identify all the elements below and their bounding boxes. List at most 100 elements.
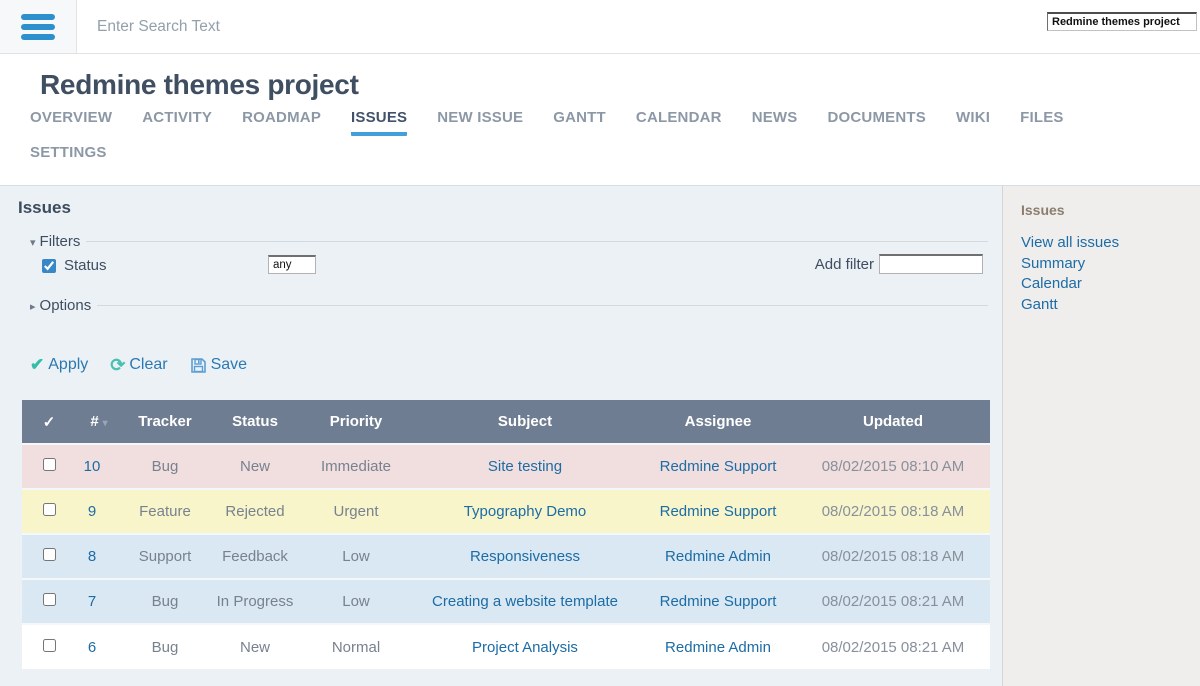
project-jump-select[interactable]: Redmine themes project	[1047, 12, 1197, 31]
row-checkbox[interactable]	[43, 548, 56, 561]
apply-button[interactable]: ✔ Apply	[30, 355, 88, 375]
subject-link[interactable]: Typography Demo	[464, 503, 587, 520]
add-filter-group: Add filter	[815, 254, 983, 274]
clear-refresh-icon: ⟳	[110, 357, 125, 373]
hamburger-menu-button[interactable]	[0, 0, 77, 53]
column-header-assignee[interactable]: Assignee	[640, 400, 796, 444]
filters-fieldset: ▾Filters Status any Add filter	[28, 241, 988, 284]
sidebar-link-gantt[interactable]: Gantt	[1021, 295, 1200, 316]
options-legend-label: Options	[40, 297, 92, 314]
status-cell: In Progress	[208, 579, 302, 624]
tab-activity[interactable]: ACTIVITY	[142, 109, 212, 136]
status-cell: New	[208, 624, 302, 669]
save-button[interactable]: Save	[190, 356, 247, 374]
row-checkbox[interactable]	[43, 639, 56, 652]
tab-gantt[interactable]: GANTT	[553, 109, 606, 136]
column-header-tracker[interactable]: Tracker	[122, 400, 208, 444]
assignee-link[interactable]: Redmine Support	[660, 458, 777, 475]
tab-documents[interactable]: DOCUMENTS	[828, 109, 926, 136]
tracker-cell: Bug	[122, 624, 208, 669]
tab-issues[interactable]: ISSUES	[351, 109, 407, 136]
tab-new-issue[interactable]: NEW ISSUE	[437, 109, 523, 136]
main-panel: Issues ▾Filters Status any Add filter ▸O…	[0, 186, 1002, 686]
issue-row: 9 Feature Rejected Urgent Typography Dem…	[22, 489, 990, 534]
column-header-subject[interactable]: Subject	[410, 400, 640, 444]
sidebar: Issues View all issues Summary Calendar …	[1002, 186, 1200, 686]
row-select-cell	[22, 534, 76, 579]
tab-roadmap[interactable]: ROADMAP	[242, 109, 321, 136]
options-legend-toggle[interactable]: ▸Options	[24, 297, 97, 314]
tab-wiki[interactable]: WIKI	[956, 109, 990, 136]
add-filter-label: Add filter	[815, 256, 874, 273]
sidebar-link-view-all-issues[interactable]: View all issues	[1021, 233, 1200, 254]
issue-row: 6 Bug New Normal Project Analysis Redmin…	[22, 624, 990, 669]
issue-row: 7 Bug In Progress Low Creating a website…	[22, 579, 990, 624]
status-filter-checkbox[interactable]	[42, 259, 56, 273]
column-header-priority[interactable]: Priority	[302, 400, 410, 444]
subject-link[interactable]: Creating a website template	[432, 593, 618, 610]
status-filter-row: Status any Add filter	[28, 254, 988, 284]
row-checkbox[interactable]	[43, 593, 56, 606]
updated-cell: 08/02/2015 08:18 AM	[796, 534, 990, 579]
assignee-link[interactable]: Redmine Admin	[665, 548, 771, 565]
issue-id-link[interactable]: 8	[88, 548, 96, 565]
apply-label: Apply	[48, 356, 88, 374]
options-fieldset: ▸Options	[28, 305, 988, 319]
issue-id-link[interactable]: 6	[88, 639, 96, 656]
status-cell: New	[208, 444, 302, 489]
select-all-check-icon: ✓	[43, 414, 56, 431]
clear-button[interactable]: ⟳ Clear	[110, 356, 167, 374]
tab-news[interactable]: NEWS	[752, 109, 798, 136]
issue-id-link[interactable]: 7	[88, 593, 96, 610]
tabs-row-1: OVERVIEW ACTIVITY ROADMAP ISSUES NEW ISS…	[30, 109, 1200, 136]
sidebar-link-calendar[interactable]: Calendar	[1021, 274, 1200, 295]
status-filter-label: Status	[64, 257, 107, 274]
apply-check-icon: ✔	[30, 355, 44, 375]
priority-cell: Immediate	[302, 444, 410, 489]
updated-cell: 08/02/2015 08:21 AM	[796, 579, 990, 624]
row-checkbox[interactable]	[43, 458, 56, 471]
select-all-header[interactable]: ✓	[22, 400, 76, 444]
column-header-updated[interactable]: Updated	[796, 400, 990, 444]
row-select-cell	[22, 489, 76, 534]
tab-calendar[interactable]: CALENDAR	[636, 109, 722, 136]
priority-cell: Low	[302, 579, 410, 624]
subject-link[interactable]: Project Analysis	[472, 639, 578, 656]
tab-overview[interactable]: OVERVIEW	[30, 109, 112, 136]
add-filter-select[interactable]	[879, 254, 983, 274]
subject-link[interactable]: Responsiveness	[470, 548, 580, 565]
tab-files[interactable]: FILES	[1020, 109, 1064, 136]
issue-row: 10 Bug New Immediate Site testing Redmin…	[22, 444, 990, 489]
assignee-link[interactable]: Redmine Support	[660, 503, 777, 520]
issues-table: ✓ #▾ Tracker Status Priority Subject Ass…	[22, 400, 990, 669]
tracker-cell: Bug	[122, 579, 208, 624]
search-input[interactable]	[77, 0, 1200, 53]
updated-cell: 08/02/2015 08:21 AM	[796, 624, 990, 669]
tab-settings[interactable]: SETTINGS	[30, 144, 107, 167]
row-select-cell	[22, 624, 76, 669]
priority-cell: Normal	[302, 624, 410, 669]
tracker-cell: Feature	[122, 489, 208, 534]
assignee-link[interactable]: Redmine Support	[660, 593, 777, 610]
clear-label: Clear	[129, 356, 167, 374]
row-checkbox[interactable]	[43, 503, 56, 516]
page-title: Redmine themes project	[30, 68, 1200, 102]
column-header-status[interactable]: Status	[208, 400, 302, 444]
sort-desc-icon: ▾	[103, 418, 108, 429]
issue-id-link[interactable]: 10	[84, 458, 101, 475]
issue-id-link[interactable]: 9	[88, 503, 96, 520]
updated-cell: 08/02/2015 08:18 AM	[796, 489, 990, 534]
filters-legend-toggle[interactable]: ▾Filters	[24, 233, 86, 250]
assignee-link[interactable]: Redmine Admin	[665, 639, 771, 656]
sidebar-link-summary[interactable]: Summary	[1021, 254, 1200, 275]
tracker-cell: Bug	[122, 444, 208, 489]
hamburger-icon	[21, 14, 55, 40]
table-header-row: ✓ #▾ Tracker Status Priority Subject Ass…	[22, 400, 990, 444]
subject-link[interactable]: Site testing	[488, 458, 562, 475]
tabs-row-2: SETTINGS	[30, 144, 1200, 167]
row-select-cell	[22, 444, 76, 489]
status-operator-select[interactable]: any	[268, 255, 316, 274]
sidebar-heading: Issues	[1021, 202, 1200, 218]
column-header-id[interactable]: #▾	[76, 400, 122, 444]
status-cell: Rejected	[208, 489, 302, 534]
